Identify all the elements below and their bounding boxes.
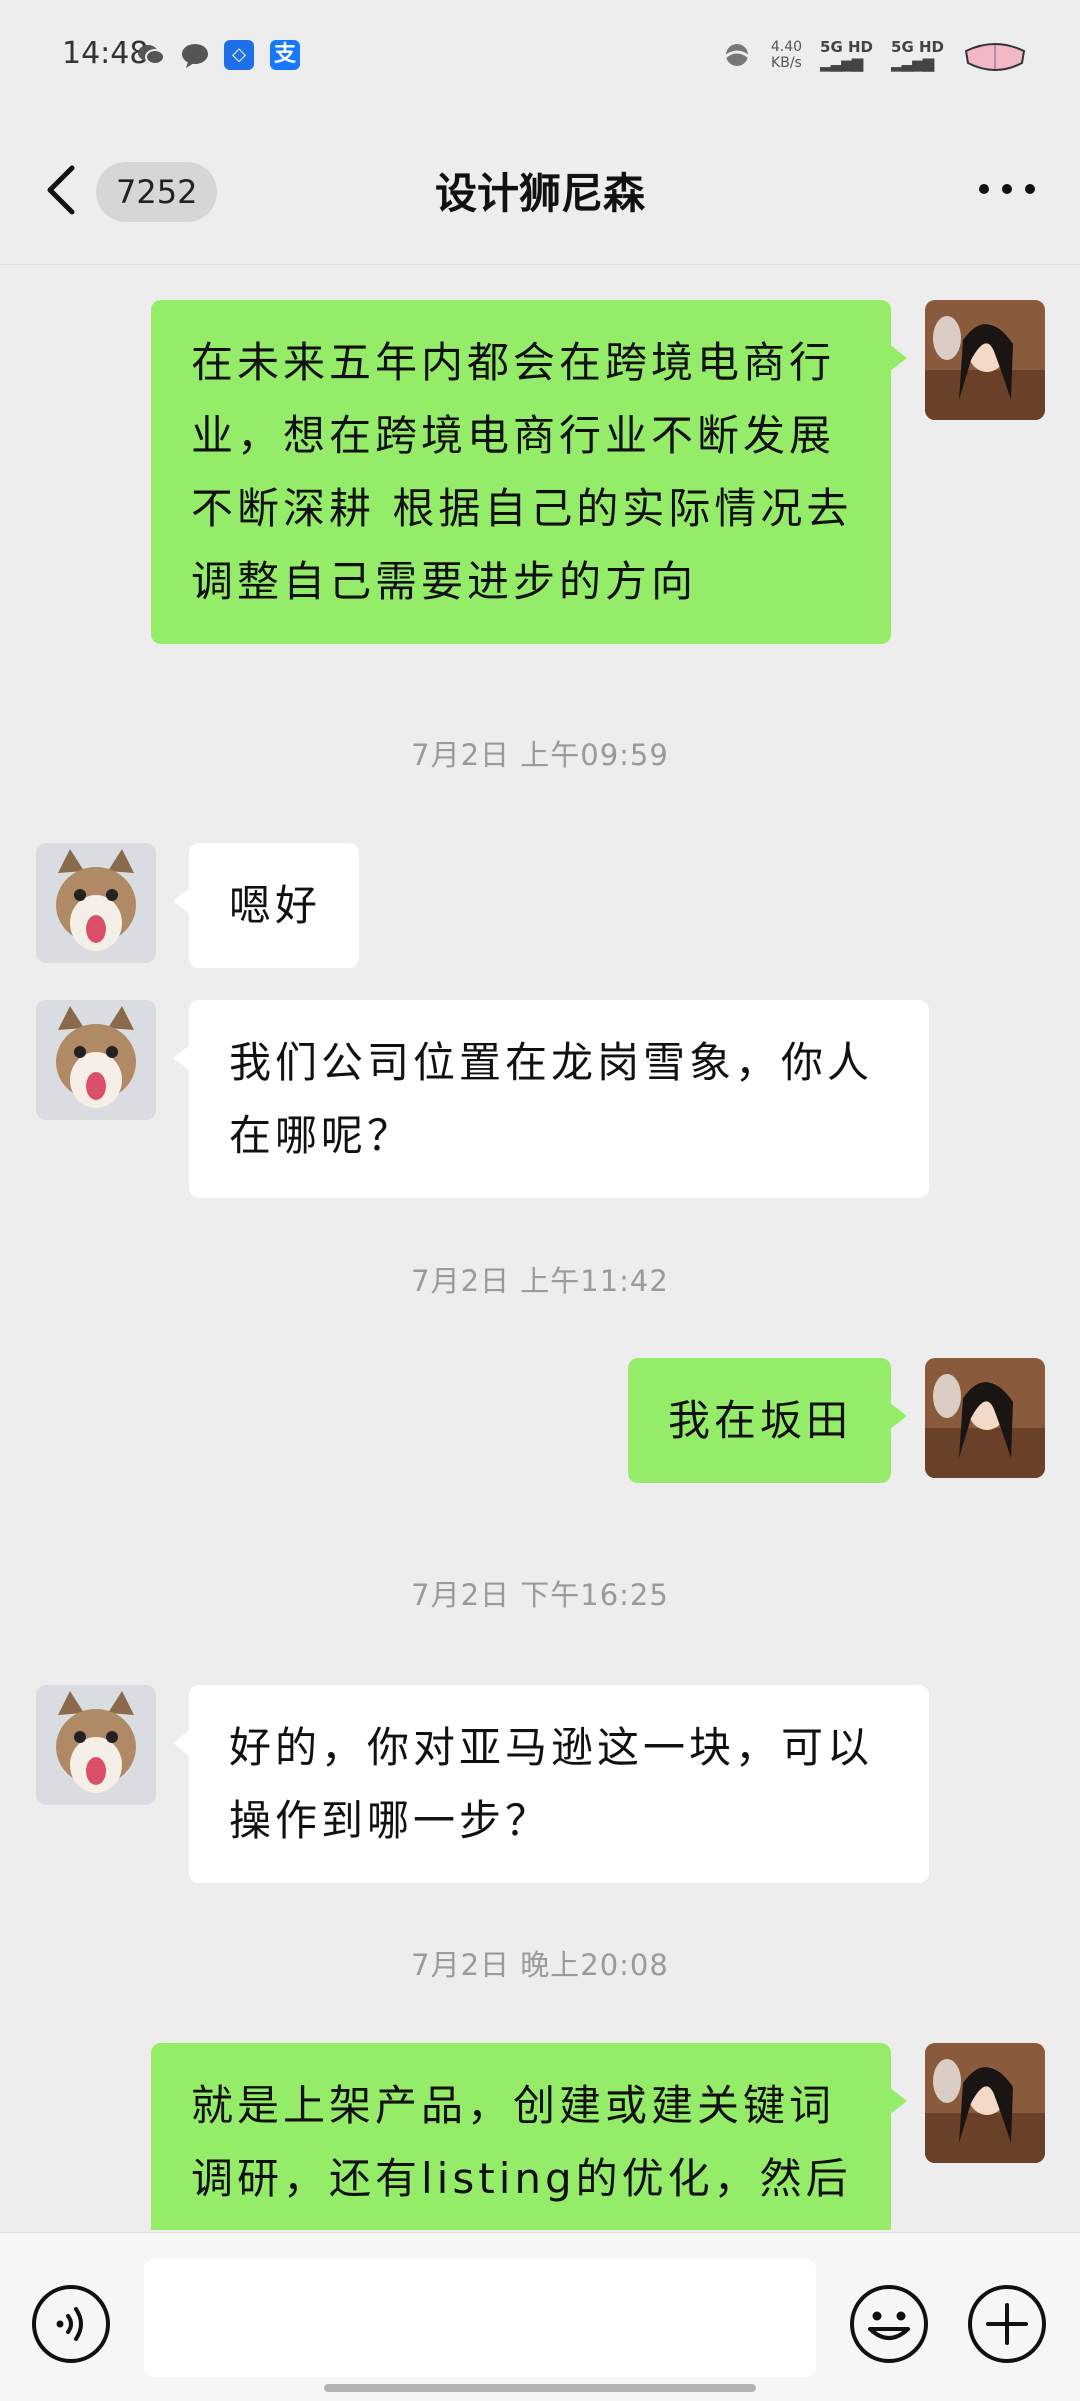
message-timestamp: 7月2日 上午09:59 — [411, 738, 669, 772]
message-timestamp: 7月2日 下午16:25 — [411, 1578, 669, 1612]
signal-2: 5G HD ▂▃▅▆ — [891, 38, 944, 72]
page-title: 设计狮尼森 — [434, 169, 645, 218]
message-bubble-sent[interactable]: 在未来五年内都会在跨境电商行业，想在跨境电商行业不断发展不断深耕 根据自己的实际… — [151, 300, 907, 644]
my-avatar[interactable] — [925, 300, 1045, 420]
cat-photo-icon — [36, 1685, 156, 1805]
chat-area[interactable]: 在未来五年内都会在跨境电商行业，想在跨境电商行业不断发展不断深耕 根据自己的实际… — [0, 265, 1080, 2230]
message-bubble-sent[interactable]: 就是上架产品，创建或建关键词调研，还有listing的优化，然后回 — [151, 2043, 907, 2230]
message-timestamp: 7月2日 晚上20:08 — [411, 1948, 669, 1982]
message-bubble-sent[interactable]: 我在坂田 — [628, 1358, 907, 1483]
net-speed: 4.40 KB/s — [770, 39, 803, 71]
message-input[interactable] — [144, 2259, 816, 2377]
emoji-icon[interactable] — [848, 2283, 930, 2365]
contact-avatar[interactable] — [36, 843, 156, 963]
message-bubble-received[interactable]: 好的，你对亚马逊这一块，可以操作到哪一步？ — [173, 1685, 929, 1883]
user-photo-icon — [925, 1358, 1045, 1478]
message-timestamp: 7月2日 上午11:42 — [411, 1264, 669, 1298]
my-avatar[interactable] — [925, 2043, 1045, 2163]
dnd-icon — [723, 44, 750, 66]
status-bar: 14:48 ◇ 支 4.40 KB/s 5G HD ▂▃▅▆ 5G HD ▂▃▅… — [0, 0, 1080, 112]
message-bubble-received[interactable]: 嗯好 — [172, 843, 360, 968]
more-icon[interactable] — [972, 164, 1042, 214]
alipay-icon: 支 — [270, 40, 300, 70]
user-photo-icon — [925, 2043, 1045, 2163]
contact-avatar[interactable] — [36, 1685, 156, 1805]
message-icon — [182, 44, 208, 68]
cat-photo-icon — [36, 1000, 156, 1120]
alipay-blue-icon: ◇ — [224, 40, 254, 70]
input-bar — [0, 2232, 1080, 2401]
battery-icon — [964, 43, 1026, 71]
cat-photo-icon — [36, 843, 156, 963]
user-photo-icon — [925, 300, 1045, 420]
contact-avatar[interactable] — [36, 1000, 156, 1120]
chat-header: 7252 设计狮尼森 — [0, 112, 1080, 265]
signal-1: 5G HD ▂▃▅▆ — [820, 38, 874, 72]
home-indicator[interactable] — [324, 2384, 756, 2392]
voice-icon[interactable] — [30, 2283, 112, 2365]
wechat-icon — [138, 45, 165, 65]
message-bubble-received[interactable]: 我们公司位置在龙岗雪象，你人在哪呢？ — [173, 1000, 929, 1198]
plus-icon[interactable] — [966, 2283, 1048, 2365]
my-avatar[interactable] — [925, 1358, 1045, 1478]
